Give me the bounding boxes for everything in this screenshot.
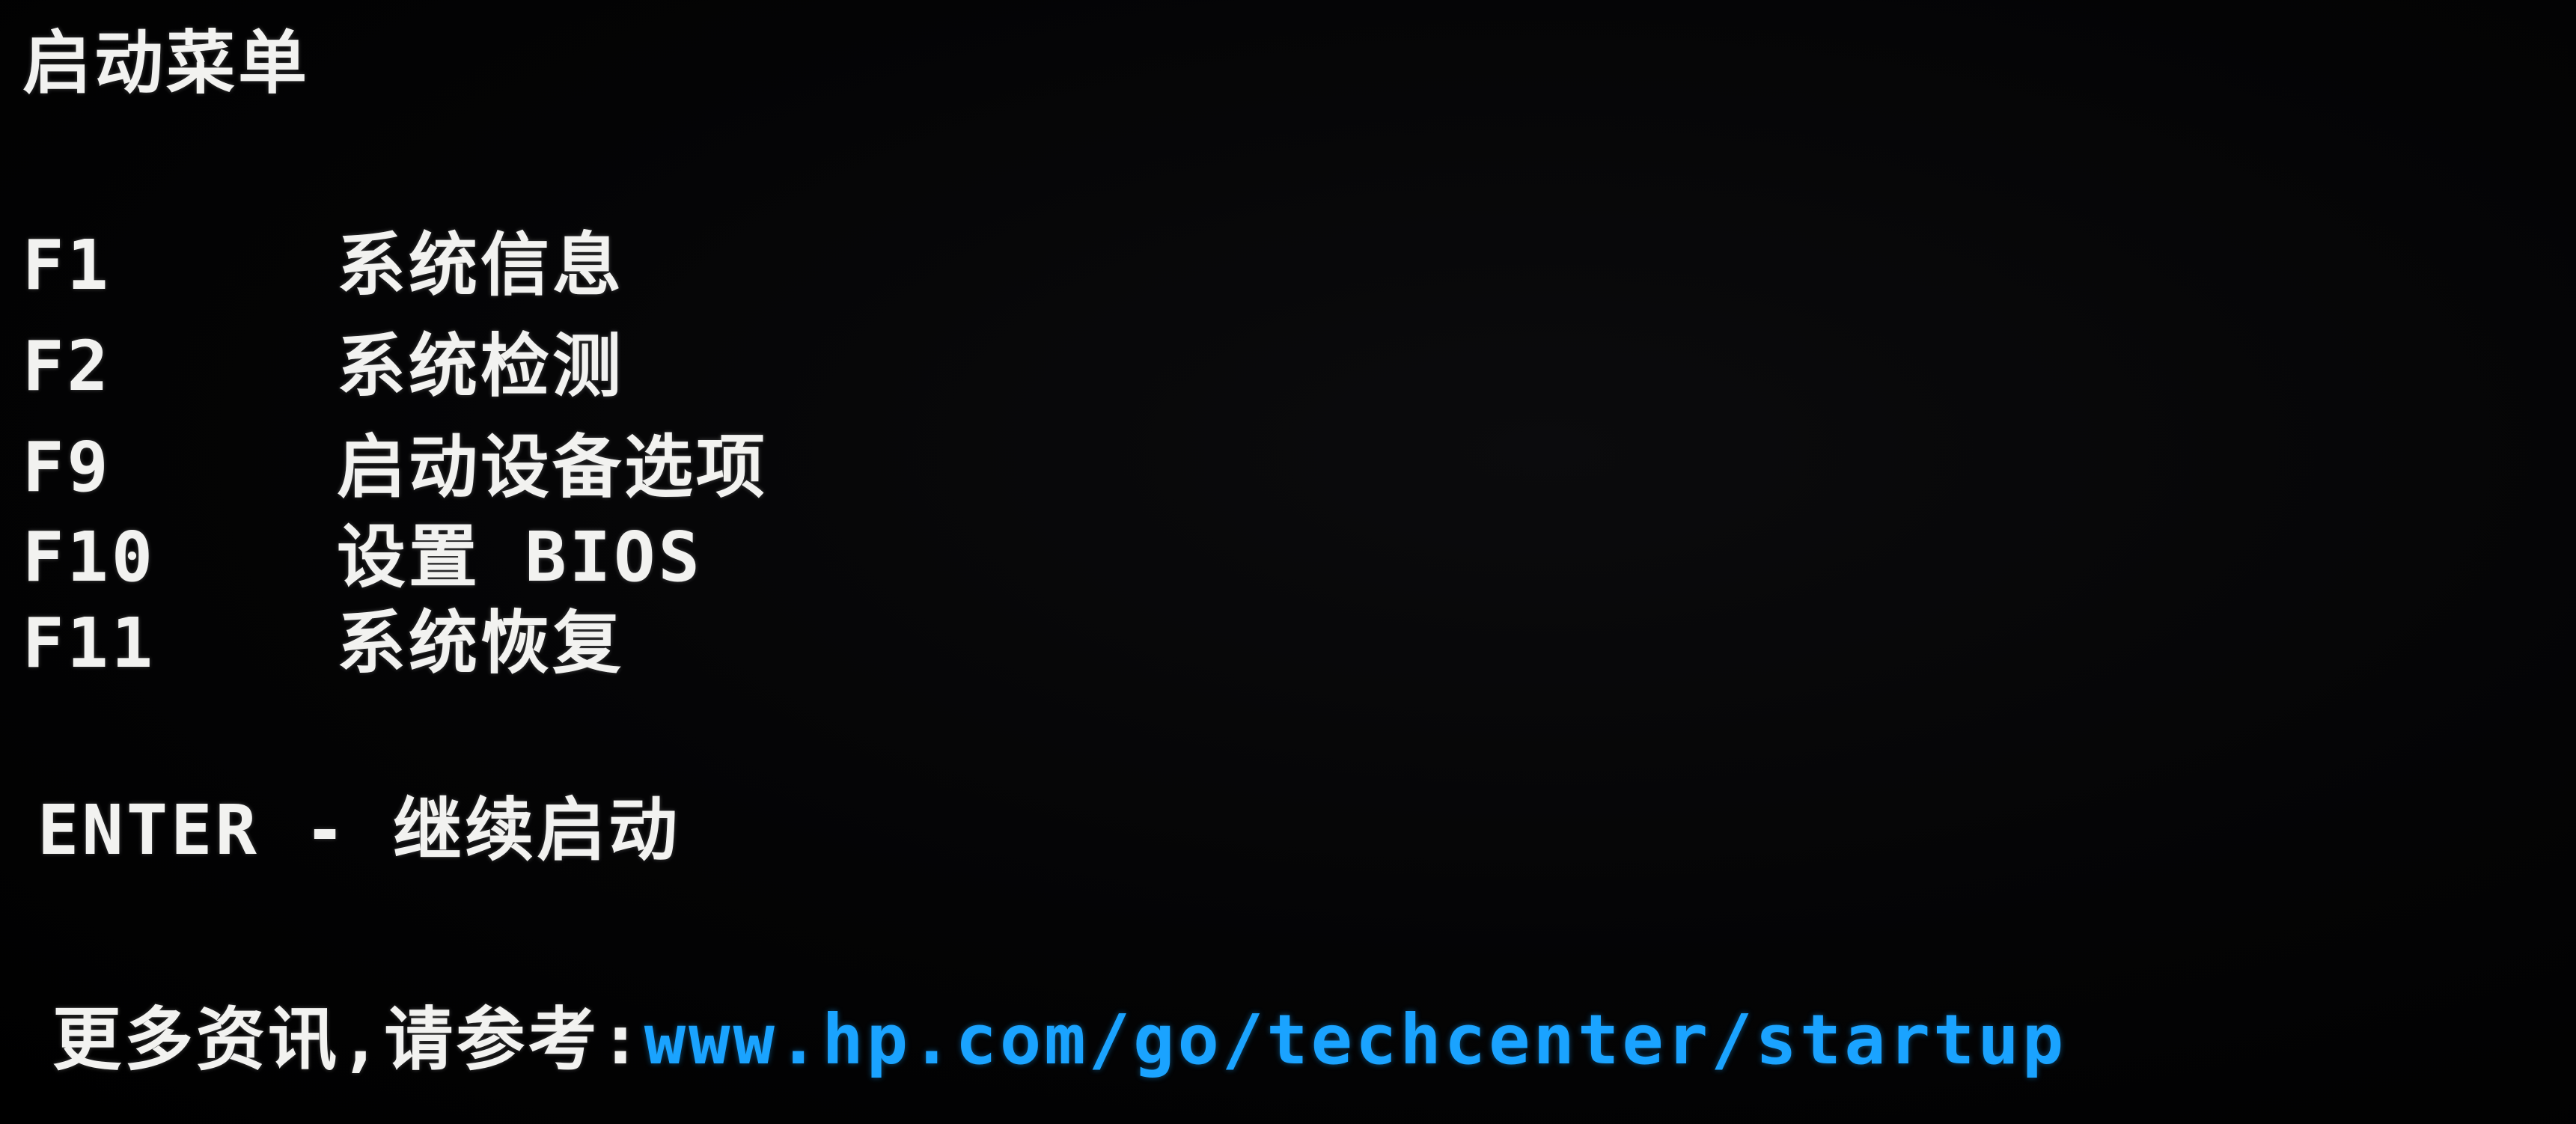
menu-item-key: F11 bbox=[22, 603, 156, 683]
menu-item-label: 系统信息 bbox=[337, 225, 625, 305]
menu-item-bios-setup[interactable]: F10 设置 BIOS bbox=[22, 516, 703, 599]
menu-title: 启动菜单 bbox=[22, 23, 311, 103]
menu-item-label: 启动设备选项 bbox=[337, 427, 769, 507]
bios-startup-menu-screen: 启动菜单 F1 系统信息 F2 系统检测 F9 启动设备选项 F10 设置 BI… bbox=[0, 0, 2576, 1124]
menu-item-boot-device-options[interactable]: F9 启动设备选项 bbox=[22, 427, 768, 509]
menu-item-label: 设置 BIOS bbox=[337, 517, 703, 597]
menu-item-key: F10 bbox=[22, 517, 156, 597]
menu-item-system-diagnostics[interactable]: F2 系统检测 bbox=[22, 326, 624, 408]
menu-item-label: 系统恢复 bbox=[337, 603, 625, 683]
menu-item-key: F1 bbox=[22, 225, 112, 305]
more-info-line: 更多资讯,请参考:www.hp.com/go/techcenter/startu… bbox=[52, 999, 2066, 1081]
menu-item-label: 系统检测 bbox=[337, 326, 625, 406]
menu-item-system-recovery[interactable]: F11 系统恢复 bbox=[22, 602, 624, 685]
continue-startup-option[interactable]: ENTER - 继续启动 bbox=[37, 789, 680, 872]
more-info-prefix: 更多资讯,请参考: bbox=[52, 1000, 644, 1080]
menu-item-key: F9 bbox=[22, 427, 112, 507]
menu-item-key: F2 bbox=[22, 326, 112, 406]
techcenter-url: www.hp.com/go/techcenter/startup bbox=[644, 1000, 2067, 1080]
menu-item-system-information[interactable]: F1 系统信息 bbox=[22, 225, 624, 307]
